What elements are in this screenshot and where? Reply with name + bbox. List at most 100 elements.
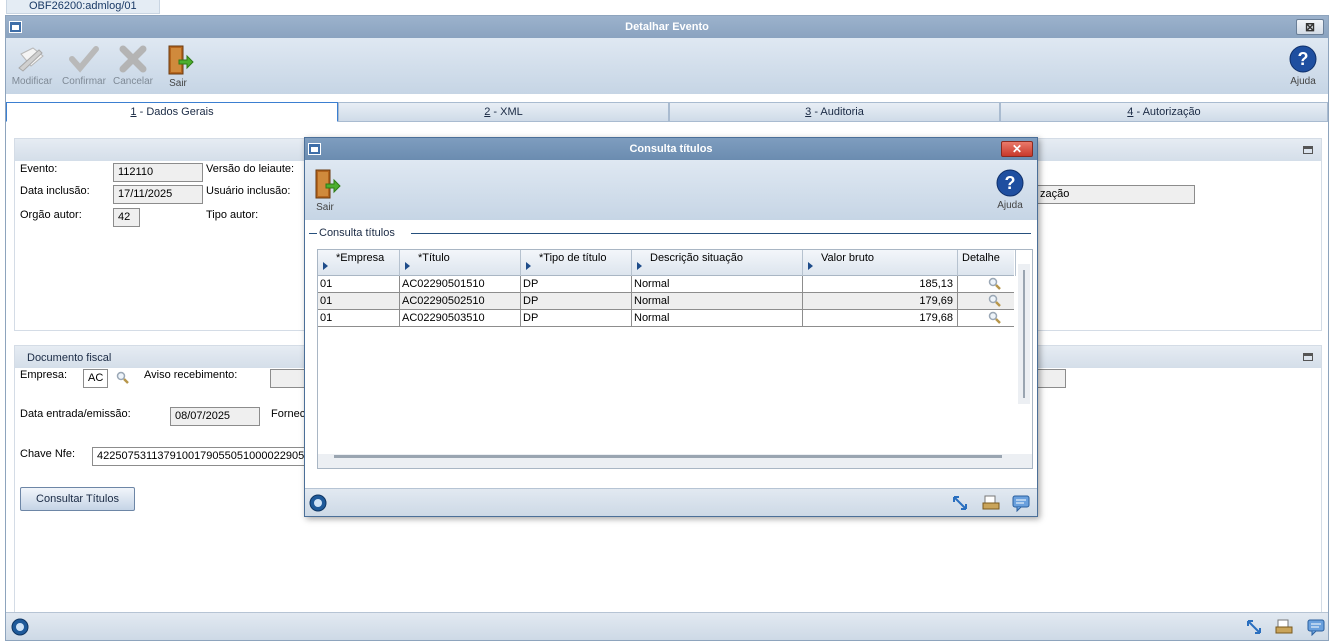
fieldset-border [411,233,1031,234]
search-lookup-icon[interactable] [116,371,130,385]
minimize-icon[interactable] [1303,146,1313,154]
exit-door-icon [168,45,194,75]
partial-field[interactable]: zação [1035,185,1195,204]
empresa-label: Empresa: [20,369,68,381]
tab-autorizacao-label: - Autorização [1133,106,1201,118]
tab-dados-gerais[interactable]: 1 - Dados Gerais [6,102,338,122]
app-logo-icon [11,618,29,636]
svg-text:?: ? [1298,49,1309,69]
col-header-tipo[interactable]: *Tipo de título [521,250,632,276]
orgao-autor-field[interactable]: 42 [113,208,140,227]
detail-search-icon[interactable] [988,311,1002,325]
col-detalhe-label: Detalhe [962,252,1000,264]
cell-tipo: DP [521,276,632,292]
sair-button[interactable]: Sair [154,44,202,89]
grid-header: *Empresa *Título *Tipo de título Descriç… [318,250,1016,276]
table-row[interactable]: 01 AC02290501510 DP Normal 185,13 [318,276,1014,293]
print-icon[interactable] [982,494,1000,512]
main-toolbar: Modificar Confirmar Cancelar Sair ? Ajud… [6,38,1328,94]
tab-xml-label: - XML [490,106,523,118]
versao-label: Versão do leiaute: [206,163,295,175]
dialog-statusbar [305,488,1037,516]
edit-doc-icon [18,47,44,72]
cell-empresa: 01 [318,310,400,326]
print-icon[interactable] [1275,618,1293,636]
cancelar-button[interactable]: Cancelar [109,44,157,87]
chave-nfe-field[interactable]: 4225075311379100179055051000022905151 [92,447,312,466]
titulos-grid: *Empresa *Título *Tipo de título Descriç… [317,249,1033,469]
vertical-scrollbar[interactable] [1018,264,1030,404]
fieldset-label: Consulta títulos [319,227,395,239]
window-close-button[interactable]: ⊠ [1296,19,1324,35]
table-row[interactable]: 01 AC02290503510 DP Normal 179,68 [318,310,1014,327]
tab-dados-gerais-label: - Dados Gerais [136,106,214,118]
col-header-empresa[interactable]: *Empresa [318,250,400,276]
cell-empresa: 01 [318,276,400,292]
check-icon [69,46,99,73]
col-valor-label: Valor bruto [821,252,874,264]
cell-situacao: Normal [632,276,803,292]
session-tab[interactable]: OBF26200:admlog/01 [6,0,160,14]
dialog-sair-button[interactable]: Sair [305,168,345,213]
cell-situacao: Normal [632,293,803,309]
empresa-field[interactable]: AC [83,369,108,388]
col-situacao-label: Descrição situação [650,252,743,264]
main-titlebar: Detalhar Evento ⊠ [6,16,1328,38]
resize-icon[interactable] [951,494,969,512]
dialog-sair-label: Sair [316,202,334,213]
modificar-button[interactable]: Modificar [8,44,56,87]
ajuda-button[interactable]: ? Ajuda [1279,44,1327,87]
cancelar-label: Cancelar [112,76,154,87]
consulta-titulos-dialog: Consulta títulos ✕ Sair ? Ajuda Consulta… [304,137,1038,517]
modificar-label: Modificar [11,76,53,87]
cell-valor: 179,68 [803,310,958,326]
confirmar-button[interactable]: Confirmar [60,44,108,87]
horizontal-scrollbar[interactable] [334,455,1002,458]
tab-xml[interactable]: 2 - XML [338,102,669,122]
dialog-titlebar: Consulta títulos ✕ [305,138,1037,160]
message-icon[interactable] [1307,618,1325,636]
col-header-valor[interactable]: Valor bruto [803,250,958,276]
col-header-detalhe[interactable]: Detalhe [958,250,1016,276]
ajuda-label: Ajuda [1290,76,1316,87]
col-header-situacao[interactable]: Descrição situação [632,250,803,276]
tab-autorizacao[interactable]: 4 - Autorização [1000,102,1328,122]
col-titulo-label: *Título [418,252,450,264]
dialog-ajuda-label: Ajuda [997,200,1023,211]
svg-text:?: ? [1005,173,1016,193]
resize-icon[interactable] [1245,618,1263,636]
main-statusbar [6,612,1328,640]
table-row[interactable]: 01 AC02290502510 DP Normal 179,69 [318,293,1014,310]
documento-panel-title: Documento fiscal [27,352,112,364]
partial-right-field[interactable] [1035,369,1066,388]
sort-arrow-icon [637,262,642,270]
message-icon[interactable] [1012,494,1030,512]
evento-label: Evento: [20,163,58,175]
fornecedor-label: Fornec [271,408,306,420]
minimize-icon[interactable] [1303,353,1313,361]
aviso-recebimento-label: Aviso recebimento: [144,369,238,381]
cell-situacao: Normal [632,310,803,326]
data-inclusao-field[interactable]: 17/11/2025 [113,185,203,204]
tipo-autor-label: Tipo autor: [206,209,259,221]
col-header-titulo[interactable]: *Título [400,250,521,276]
cancel-x-icon [119,45,147,73]
consultar-titulos-button[interactable]: Consultar Títulos [20,487,135,511]
sort-arrow-icon [526,262,531,270]
confirmar-label: Confirmar [62,76,106,87]
dialog-ajuda-button[interactable]: ? Ajuda [988,168,1032,211]
cell-tipo: DP [521,293,632,309]
help-icon: ? [1289,45,1317,73]
app-root: OBF26200:admlog/01 Detalhar Evento ⊠ Mod… [0,0,1334,641]
tab-auditoria[interactable]: 3 - Auditoria [669,102,1000,122]
data-entrada-field[interactable]: 08/07/2025 [170,407,260,426]
col-tipo-label: *Tipo de título [539,252,607,264]
evento-field[interactable]: 112110 [113,163,203,182]
sair-label: Sair [169,78,187,89]
usuario-inclusao-label: Usuário inclusão: [206,185,291,197]
detail-search-icon[interactable] [988,294,1002,308]
help-icon: ? [996,169,1024,197]
dialog-close-button[interactable]: ✕ [1001,141,1033,157]
detail-search-icon[interactable] [988,277,1002,291]
cell-titulo: AC02290502510 [400,293,521,309]
